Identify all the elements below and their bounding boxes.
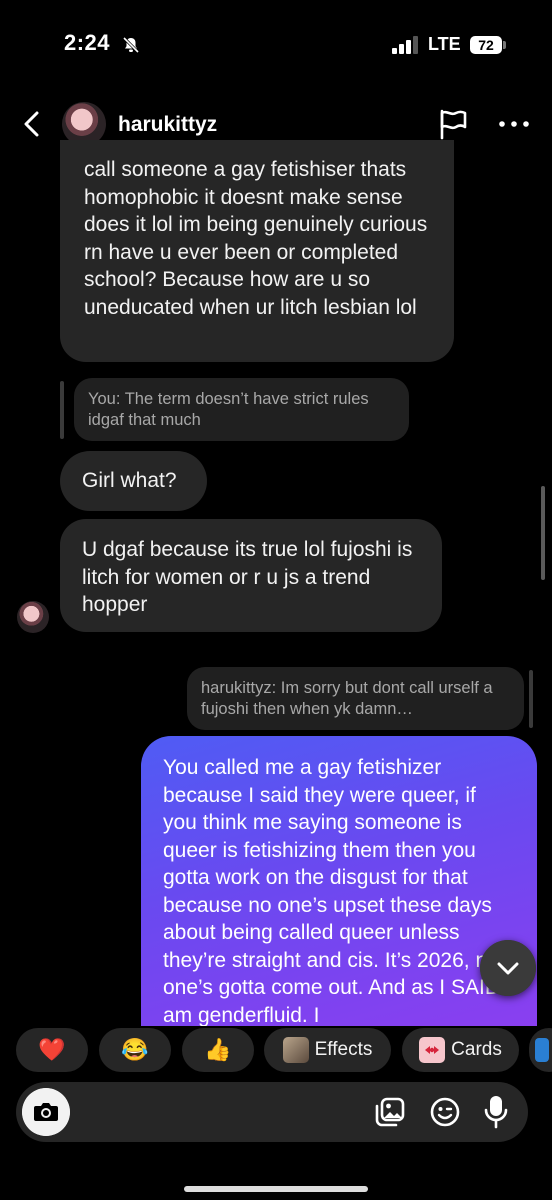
mic-icon[interactable] [483, 1094, 509, 1130]
effects-label: Effects [314, 1039, 373, 1060]
bell-off-icon [122, 36, 140, 54]
username[interactable]: harukittyz [118, 113, 217, 137]
heart-icon: ❤️ [38, 1037, 66, 1062]
sticker-icon[interactable] [429, 1096, 461, 1128]
chip-preview-icon [535, 1038, 549, 1062]
outgoing-message[interactable]: You called me a gay fetishizer because I… [141, 736, 537, 1026]
effects-button[interactable]: Effects [264, 1028, 391, 1072]
heart-reaction-button[interactable]: ❤️ [16, 1028, 88, 1072]
more-chips-button[interactable] [529, 1028, 552, 1072]
incoming-message[interactable]: call someone a gay fetishiser thats homo… [60, 140, 454, 362]
reply-quote[interactable]: You: The term doesn’t have strict rules … [74, 378, 409, 441]
scrollbar[interactable] [541, 486, 545, 580]
network-type: LTE [428, 34, 461, 54]
effects-thumbnail-icon [282, 1037, 309, 1063]
reply-indicator [529, 670, 533, 728]
thumbs-up-icon: 👍 [204, 1037, 232, 1062]
home-indicator[interactable] [184, 1186, 368, 1192]
signal-icon [392, 36, 418, 54]
flag-icon[interactable] [437, 108, 469, 140]
battery-cap [503, 41, 506, 49]
cards-button[interactable]: Cards [402, 1028, 519, 1072]
thumbs-up-reaction-button[interactable]: 👍 [182, 1028, 254, 1072]
camera-icon[interactable] [22, 1088, 70, 1136]
card-icon [419, 1037, 446, 1063]
chevron-down-icon[interactable] [480, 940, 536, 996]
status-time: 2:24 [64, 30, 111, 55]
laugh-icon: 😂 [121, 1037, 149, 1062]
reply-quote[interactable]: harukittyz: Im sorry but dont call ursel… [187, 667, 524, 730]
incoming-message[interactable]: Girl what? [60, 451, 207, 511]
back-icon[interactable] [18, 108, 46, 140]
sender-avatar[interactable] [17, 601, 49, 633]
battery-level: 72 [470, 36, 502, 54]
gallery-icon[interactable] [374, 1096, 406, 1128]
cards-label: Cards [451, 1039, 502, 1060]
incoming-message[interactable]: U dgaf because its true lol fujoshi is l… [60, 519, 442, 632]
reply-indicator [60, 381, 64, 439]
laugh-reaction-button[interactable]: 😂 [99, 1028, 171, 1072]
more-icon[interactable] [497, 113, 531, 135]
